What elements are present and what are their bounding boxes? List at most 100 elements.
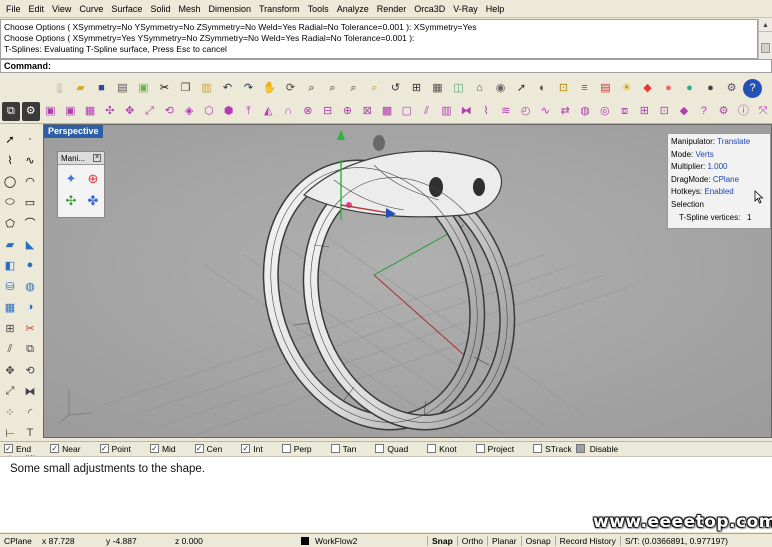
crease-icon[interactable]: ◭ bbox=[259, 102, 277, 121]
smooth-toggle-icon[interactable]: ◍ bbox=[576, 102, 594, 121]
box-faces-icon[interactable]: ▣ bbox=[61, 102, 79, 121]
properties-icon[interactable]: ▤ bbox=[596, 79, 615, 98]
import-icon[interactable]: ▣ bbox=[134, 79, 153, 98]
menu-file[interactable]: File bbox=[2, 0, 25, 18]
checkbox[interactable] bbox=[533, 444, 543, 453]
ortho-toggle[interactable]: Ortho bbox=[458, 536, 487, 546]
copy-icon[interactable]: ❐ bbox=[176, 79, 195, 98]
command-line[interactable]: Command: bbox=[0, 59, 772, 73]
close-icon[interactable]: × bbox=[93, 154, 101, 162]
rotate-view-icon[interactable]: ⟳ bbox=[281, 79, 300, 98]
text-curve-icon[interactable]: ⌒ bbox=[21, 214, 39, 232]
osnap-project[interactable]: Project bbox=[475, 444, 514, 454]
convert-icon[interactable]: ⇄ bbox=[556, 102, 574, 121]
extrude-icon[interactable]: ⤒ bbox=[240, 102, 258, 121]
standardize-icon[interactable]: ⊞ bbox=[636, 102, 654, 121]
zoom-selected-icon[interactable]: ⌕ bbox=[365, 79, 384, 98]
menu-curve[interactable]: Curve bbox=[75, 0, 107, 18]
redo-icon[interactable]: ↷ bbox=[239, 79, 258, 98]
menu-render[interactable]: Render bbox=[373, 0, 411, 18]
boolean-icon[interactable]: ◑ bbox=[21, 298, 39, 316]
tspline-options-icon[interactable]: ⚙ bbox=[715, 102, 733, 121]
new-file-icon[interactable]: ▯ bbox=[50, 79, 69, 98]
osnap-strack[interactable]: STrack bbox=[533, 444, 572, 454]
undo-view-icon[interactable]: ↺ bbox=[386, 79, 405, 98]
move-icon[interactable]: ✥ bbox=[121, 102, 139, 121]
polyline-icon[interactable]: ⌇ bbox=[1, 151, 19, 169]
manipulator-icon[interactable]: ✣ bbox=[101, 102, 119, 121]
array-icon[interactable]: ⁘ bbox=[1, 403, 19, 421]
cut-icon[interactable]: ✂ bbox=[155, 79, 174, 98]
tspline-help-icon[interactable]: ? bbox=[695, 102, 713, 121]
bridge-icon[interactable]: ∩ bbox=[279, 102, 297, 121]
thicken-icon[interactable]: ▥ bbox=[438, 102, 456, 121]
torus-icon[interactable]: ◍ bbox=[21, 277, 39, 295]
sphere-icon[interactable]: ● bbox=[21, 256, 39, 274]
viewport-title[interactable]: Perspective bbox=[44, 125, 103, 138]
current-layer[interactable]: WorkFlow2 bbox=[311, 536, 427, 546]
set-view-icon[interactable]: ⌂ bbox=[470, 79, 489, 98]
perspective-viewport[interactable]: Perspective Mani... × ✦ ⊕ ✣ ✤ Manipulato… bbox=[43, 124, 772, 438]
checkbox[interactable]: ✓ bbox=[241, 444, 251, 453]
text-icon[interactable]: T bbox=[21, 424, 39, 442]
menu-help[interactable]: Help bbox=[482, 0, 509, 18]
weld-icon[interactable]: ⊗ bbox=[299, 102, 317, 121]
fill-hole-icon[interactable]: ▢ bbox=[398, 102, 416, 121]
split-tool-icon[interactable]: ⫽ bbox=[1, 340, 19, 358]
split-icon[interactable]: ⫽ bbox=[418, 102, 436, 121]
shade-icon[interactable]: ◉ bbox=[491, 79, 510, 98]
planar-toggle[interactable]: Planar bbox=[488, 536, 521, 546]
select-icon[interactable]: ➚ bbox=[512, 79, 531, 98]
osnap-quad[interactable]: Quad bbox=[375, 444, 408, 454]
checkbox[interactable]: ✓ bbox=[50, 444, 60, 453]
arc-icon[interactable]: ◠ bbox=[21, 172, 39, 190]
trim-icon[interactable]: ✂ bbox=[21, 319, 39, 337]
zoom-extents-icon[interactable]: ⌕ bbox=[344, 79, 363, 98]
rotate-icon[interactable]: ⟲ bbox=[160, 102, 178, 121]
options-icon[interactable]: ⚙ bbox=[722, 79, 741, 98]
rotate-tool-icon[interactable]: ⟲ bbox=[21, 361, 39, 379]
osnap-int[interactable]: ✓ Int bbox=[241, 444, 263, 454]
manipulator-panel-header[interactable]: Mani... × bbox=[58, 152, 104, 165]
lock-icon[interactable]: ⊡ bbox=[554, 79, 573, 98]
scale-icon[interactable]: ⤢ bbox=[141, 102, 159, 121]
menu-analyze[interactable]: Analyze bbox=[333, 0, 373, 18]
sweep-icon[interactable]: ∿ bbox=[537, 102, 555, 121]
render-preview-icon[interactable]: ● bbox=[680, 79, 699, 98]
mesh-icon[interactable]: ▦ bbox=[1, 298, 19, 316]
insert-edge-icon[interactable]: ⊟ bbox=[319, 102, 337, 121]
disable-checkbox[interactable] bbox=[575, 444, 585, 453]
subdivide-icon[interactable]: ▩ bbox=[378, 102, 396, 121]
rectangle-icon[interactable]: ▭ bbox=[21, 193, 39, 211]
rotate-gizmo-icon[interactable]: ⊕ bbox=[83, 169, 103, 189]
menu-view[interactable]: View bbox=[48, 0, 75, 18]
open-folder-icon[interactable]: ▰ bbox=[71, 79, 90, 98]
mirror-icon[interactable]: ⧓ bbox=[21, 382, 39, 400]
menu-surface[interactable]: Surface bbox=[107, 0, 146, 18]
tsplines-logo-icon[interactable]: ⧉ bbox=[2, 102, 20, 121]
layers-icon[interactable]: ≡ bbox=[575, 79, 594, 98]
scale-tool-icon[interactable]: ⤢ bbox=[1, 382, 19, 400]
save-icon[interactable]: ■ bbox=[92, 79, 111, 98]
move-tool-icon[interactable]: ✥ bbox=[1, 361, 19, 379]
checkbox[interactable]: ✓ bbox=[149, 444, 159, 453]
paste-icon[interactable]: ▥ bbox=[197, 79, 216, 98]
mode-value[interactable]: Verts bbox=[695, 150, 713, 159]
tspline-surface-icon[interactable]: ◆ bbox=[675, 102, 693, 121]
checkbox[interactable] bbox=[475, 444, 485, 453]
edit-mode-icon[interactable]: ◈ bbox=[180, 102, 198, 121]
surface-edge-icon[interactable]: ◣ bbox=[21, 235, 39, 253]
make-uniform-icon[interactable]: ⊡ bbox=[655, 102, 673, 121]
osnap-mid[interactable]: ✓ Mid bbox=[149, 444, 176, 454]
menu-vray[interactable]: V-Ray bbox=[449, 0, 482, 18]
hide-icon[interactable]: ◐ bbox=[533, 79, 552, 98]
multiplier-value[interactable]: 1.000 bbox=[707, 162, 727, 171]
checkbox[interactable] bbox=[427, 444, 437, 453]
osnap-near[interactable]: ✓ Near bbox=[50, 444, 81, 454]
checkbox[interactable] bbox=[281, 444, 291, 453]
fillet-icon[interactable]: ◜ bbox=[21, 403, 39, 421]
osnap-end[interactable]: ✓ End bbox=[4, 444, 31, 454]
scale-gizmo-icon[interactable]: ✣ bbox=[61, 191, 81, 211]
hotkeys-value[interactable]: Enabled bbox=[704, 187, 733, 196]
record-history-toggle[interactable]: Record History bbox=[556, 536, 620, 546]
